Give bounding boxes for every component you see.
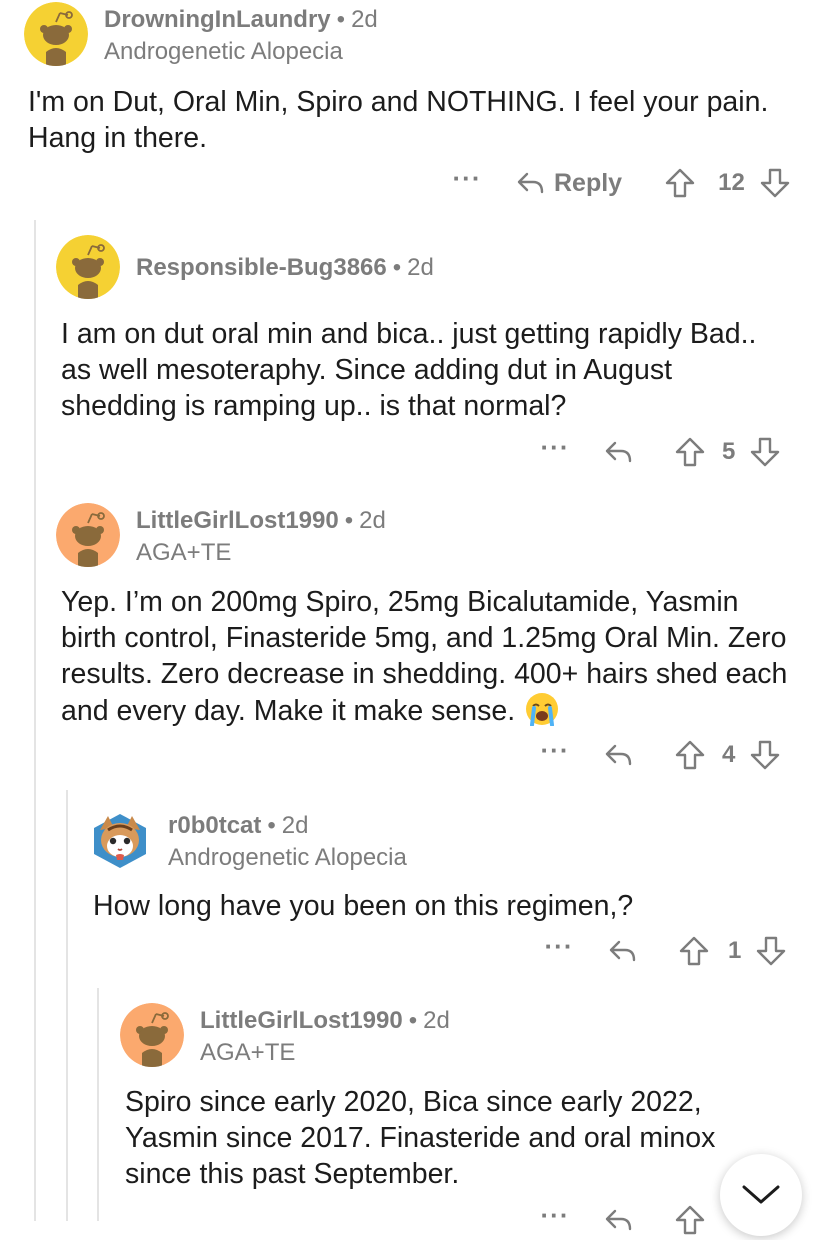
comment: DrowningInLaundry • 2d Androgenetic Alopec… xyxy=(24,2,814,72)
meta-separator: • xyxy=(344,507,354,534)
comment-actions: ··· 4 xyxy=(540,735,781,775)
username[interactable]: LittleGirlLost1990 xyxy=(136,507,339,534)
upvote-icon xyxy=(678,935,710,967)
comment-body: Spiro since early 2020, Bica since early… xyxy=(125,1086,716,1190)
scroll-down-button[interactable] xyxy=(720,1154,802,1236)
snoo-avatar-icon xyxy=(56,503,120,567)
user-flair: AGA+TE xyxy=(136,539,232,566)
reply-button[interactable] xyxy=(606,935,638,967)
more-options-button[interactable]: ··· xyxy=(452,163,482,197)
username[interactable]: LittleGirlLost1990 xyxy=(200,1007,403,1034)
username[interactable]: r0b0tcat xyxy=(168,812,261,839)
upvote-icon xyxy=(674,739,706,771)
comment-meta: LittleGirlLost1990 • 2d AGA+TE xyxy=(200,1007,450,1067)
downvote-icon xyxy=(759,167,791,199)
reply-arrow-icon xyxy=(602,436,634,468)
comment: LittleGirlLost1990 • 2d AGA+TE xyxy=(120,1003,820,1073)
user-flair: Androgenetic Alopecia xyxy=(168,844,407,871)
more-options-button[interactable]: ··· xyxy=(540,432,570,466)
snoo-avatar-icon xyxy=(120,1003,184,1067)
upvote-button[interactable] xyxy=(674,1204,706,1236)
upvote-button[interactable] xyxy=(664,167,696,199)
vote-score: 1 xyxy=(728,937,742,964)
comment-age: 2d xyxy=(351,6,378,33)
comment-body: Yep. I’m on 200mg Spiro, 25mg Bicalutami… xyxy=(61,584,801,735)
vote-score: 5 xyxy=(722,438,736,465)
user-flair: AGA+TE xyxy=(200,1039,296,1066)
comment-actions: ··· 5 xyxy=(540,432,781,472)
vote-score: 12 xyxy=(718,169,745,196)
upvote-icon xyxy=(664,167,696,199)
user-avatar[interactable] xyxy=(88,808,152,872)
cat-avatar-icon xyxy=(94,814,146,868)
username[interactable]: Responsible-Bug3866 xyxy=(136,254,387,281)
more-options-icon: ··· xyxy=(540,1200,570,1230)
more-options-icon: ··· xyxy=(540,735,570,765)
comment-age: 2d xyxy=(407,254,434,281)
comment: Responsible-Bug3866 • 2d xyxy=(56,235,816,305)
comment: r0b0tcat • 2d Androgenetic Alopecia xyxy=(88,808,818,878)
reply-button[interactable] xyxy=(602,739,634,771)
more-options-icon: ··· xyxy=(544,931,574,961)
upvote-button[interactable] xyxy=(674,436,706,468)
downvote-button[interactable] xyxy=(749,739,781,771)
downvote-icon xyxy=(749,436,781,468)
more-options-button[interactable]: ··· xyxy=(544,931,574,965)
reply-button[interactable]: Reply xyxy=(514,167,622,199)
meta-separator: • xyxy=(267,812,276,839)
upvote-button[interactable] xyxy=(674,739,706,771)
comment-body: How long have you been on this regimen,? xyxy=(93,890,634,922)
comment-meta: DrowningInLaundry • 2d Androgenetic Alopec… xyxy=(104,6,378,66)
comment-actions: ··· 1 xyxy=(544,931,787,971)
comment-meta: r0b0tcat • 2d Androgenetic Alopecia xyxy=(168,812,407,872)
user-avatar[interactable] xyxy=(120,1003,184,1067)
comment: LittleGirlLost1990 • 2d AGA+TE xyxy=(56,503,816,573)
snoo-avatar-icon xyxy=(56,235,120,299)
reply-arrow-icon xyxy=(602,1204,634,1236)
reply-arrow-icon xyxy=(514,167,546,199)
reply-arrow-icon xyxy=(606,935,638,967)
downvote-icon xyxy=(749,739,781,771)
user-avatar[interactable] xyxy=(56,235,120,299)
more-options-icon: ··· xyxy=(452,163,482,193)
comment-age: 2d xyxy=(281,812,309,839)
snoo-avatar-icon xyxy=(24,2,88,66)
username[interactable]: DrowningInLaundry xyxy=(104,6,331,33)
reply-arrow-icon xyxy=(602,739,634,771)
comment-meta: LittleGirlLost1990 • 2d AGA+TE xyxy=(136,507,386,567)
comment-text: Yep. I’m on 200mg Spiro, 25mg Bicalutami… xyxy=(61,586,788,727)
downvote-icon xyxy=(755,935,787,967)
vote-score: 4 xyxy=(722,741,736,768)
meta-separator: • xyxy=(408,1007,418,1034)
comment-actions: ··· Reply 12 xyxy=(452,163,791,203)
downvote-button[interactable] xyxy=(755,935,787,967)
comment-body: I am on dut oral min and bica.. just get… xyxy=(61,318,757,422)
reply-label: Reply xyxy=(554,168,623,197)
upvote-button[interactable] xyxy=(678,935,710,967)
downvote-button[interactable] xyxy=(759,167,791,199)
user-flair: Androgenetic Alopecia xyxy=(104,38,343,65)
user-avatar[interactable] xyxy=(24,2,88,66)
user-avatar[interactable] xyxy=(56,503,120,567)
chevron-down-icon xyxy=(742,1185,780,1204)
crying-emoji-icon xyxy=(525,692,559,735)
comment-body: I'm on Dut, Oral Min, Spiro and NOTHING.… xyxy=(28,86,769,154)
thread-line-level-3[interactable] xyxy=(97,988,99,1221)
comment-actions: ··· xyxy=(540,1200,706,1240)
comment-age: 2d xyxy=(359,507,386,534)
upvote-icon xyxy=(674,436,706,468)
comment-age: 2d xyxy=(423,1007,450,1034)
more-options-button[interactable]: ··· xyxy=(540,735,570,769)
upvote-icon xyxy=(674,1204,706,1236)
thread-line-level-1[interactable] xyxy=(34,220,36,1221)
more-options-button[interactable]: ··· xyxy=(540,1200,570,1234)
downvote-button[interactable] xyxy=(749,436,781,468)
meta-separator: • xyxy=(392,254,402,281)
reply-button[interactable] xyxy=(602,436,634,468)
comment-meta: Responsible-Bug3866 • 2d xyxy=(136,254,434,282)
thread-line-level-2[interactable] xyxy=(66,790,68,1221)
more-options-icon: ··· xyxy=(540,432,570,462)
meta-separator: • xyxy=(336,6,346,33)
reply-button[interactable] xyxy=(602,1204,634,1236)
